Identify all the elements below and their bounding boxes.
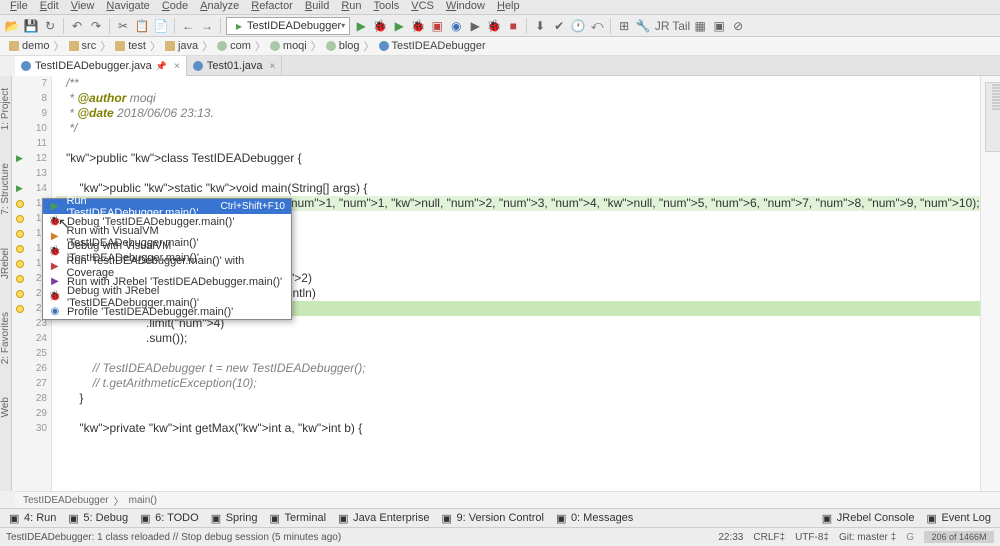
run2-icon[interactable]: ▶: [391, 18, 407, 34]
profile-icon[interactable]: ◉: [448, 18, 464, 34]
memory-indicator[interactable]: 206 of 1466M: [924, 531, 994, 543]
back-icon[interactable]: ←: [180, 18, 196, 34]
ctx-run[interactable]: ▶Run 'TestIDEADebugger.main()'Ctrl+Shift…: [43, 199, 291, 214]
tool-icon[interactable]: 🔧: [635, 18, 651, 34]
breadcrumb-test[interactable]: test: [112, 40, 149, 52]
tab-Test01.java[interactable]: Test01.java×: [187, 56, 283, 76]
forward-icon[interactable]: →: [199, 18, 215, 34]
debug-button[interactable]: 🐞: [372, 18, 388, 34]
breadcrumb: demo〉src〉test〉java〉com〉moqi〉blog〉TestIDE…: [0, 37, 1000, 56]
paste-icon[interactable]: 📄: [153, 18, 169, 34]
breadcrumb-blog[interactable]: blog: [323, 40, 363, 52]
menu-edit[interactable]: Edit: [34, 0, 65, 14]
main-toolbar: 📂 💾 ↻ ↶ ↷ ✂ 📋 📄 ← → ▸ TestIDEADebugger ▾…: [0, 15, 1000, 37]
save-icon[interactable]: 💾: [23, 18, 39, 34]
left-tab-Web[interactable]: Web: [0, 393, 11, 421]
breadcrumb-src[interactable]: src: [66, 40, 100, 52]
menu-code[interactable]: Code: [156, 0, 194, 14]
debug2-icon[interactable]: 🐞: [410, 18, 426, 34]
bottom-0-Messages[interactable]: ▣0: Messages: [551, 512, 638, 524]
bottom-5-Debug[interactable]: ▣5: Debug: [63, 512, 133, 524]
left-tab-2-Favorites[interactable]: 2: Favorites: [0, 308, 11, 368]
misc2-icon[interactable]: ▣: [711, 18, 727, 34]
ctx-debug[interactable]: 🐞Debug with JRebel 'TestIDEADebugger.mai…: [43, 289, 291, 304]
menu-tools[interactable]: Tools: [368, 0, 406, 14]
status-msg: TestIDEADebugger: 1 class reloaded // St…: [6, 532, 341, 543]
method-breadcrumb: TestIDEADebugger〉main(): [15, 491, 1000, 508]
menu-navigate[interactable]: Navigate: [100, 0, 155, 14]
refresh-icon[interactable]: ↻: [42, 18, 58, 34]
menu-window[interactable]: Window: [440, 0, 491, 14]
menu-refactor[interactable]: Refactor: [245, 0, 299, 14]
misc1-icon[interactable]: ▦: [692, 18, 708, 34]
undo-icon[interactable]: ↶: [69, 18, 85, 34]
bottom-9-Version-Control[interactable]: ▣9: Version Control: [437, 512, 549, 524]
left-tab-7-Structure[interactable]: 7: Structure: [0, 159, 11, 219]
stop-icon[interactable]: ■: [505, 18, 521, 34]
structure-icon[interactable]: ⊞: [616, 18, 632, 34]
status-enc[interactable]: UTF-8‡: [795, 532, 829, 543]
vcs-history-icon[interactable]: 🕐: [570, 18, 586, 34]
left-tab-1-Project[interactable]: 1: Project: [0, 84, 11, 134]
bottom-Spring[interactable]: ▣Spring: [206, 512, 263, 524]
jrebel-run-icon[interactable]: ▶: [467, 18, 483, 34]
tab-TestIDEADebugger.java[interactable]: TestIDEADebugger.java📌×: [15, 56, 187, 76]
redo-icon[interactable]: ↷: [88, 18, 104, 34]
minimap[interactable]: [980, 76, 1000, 491]
open-icon[interactable]: 📂: [4, 18, 20, 34]
menu-analyze[interactable]: Analyze: [194, 0, 245, 14]
breadcrumb-TestIDEADebugger[interactable]: TestIDEADebugger: [376, 40, 489, 52]
menu-run[interactable]: Run: [335, 0, 367, 14]
bottom-Java-Enterprise[interactable]: ▣Java Enterprise: [333, 512, 434, 524]
status-crlf[interactable]: CRLF‡: [753, 532, 785, 543]
misc3-icon[interactable]: ⊘: [730, 18, 746, 34]
context-menu: ▶Run 'TestIDEADebugger.main()'Ctrl+Shift…: [42, 198, 292, 320]
tail-icon[interactable]: Tail: [673, 18, 689, 34]
coverage-icon[interactable]: ▣: [429, 18, 445, 34]
status-time: 22:33: [718, 532, 743, 543]
menu-vcs[interactable]: VCS: [405, 0, 440, 14]
ctx-run[interactable]: ▶Run 'TestIDEADebugger.main()' with Cove…: [43, 259, 291, 274]
breadcrumb-java[interactable]: java: [162, 40, 201, 52]
breadcrumb-com[interactable]: com: [214, 40, 254, 52]
menu-build[interactable]: Build: [299, 0, 335, 14]
vcs-update-icon[interactable]: ⬇: [532, 18, 548, 34]
menu-file[interactable]: File: [4, 0, 34, 14]
breadcrumb-demo[interactable]: demo: [6, 40, 53, 52]
bottom-Terminal[interactable]: ▣Terminal: [264, 512, 331, 524]
menu-view[interactable]: View: [65, 0, 101, 14]
bottom-Event-Log[interactable]: ▣Event Log: [921, 512, 996, 524]
status-bar: TestIDEADebugger: 1 class reloaded // St…: [0, 527, 1000, 546]
menubar: FileEditViewNavigateCodeAnalyzeRefactorB…: [0, 0, 1000, 15]
vcs-commit-icon[interactable]: ✔: [551, 18, 567, 34]
cut-icon[interactable]: ✂: [115, 18, 131, 34]
editor-tabs: TestIDEADebugger.java📌×Test01.java×: [15, 56, 1000, 76]
breadcrumb-moqi[interactable]: moqi: [267, 40, 310, 52]
run-config-selector[interactable]: ▸ TestIDEADebugger ▾: [226, 17, 350, 35]
run-button[interactable]: ▶: [353, 18, 369, 34]
status-git[interactable]: Git: master ‡: [839, 532, 896, 543]
jr-icon[interactable]: JR: [654, 18, 670, 34]
left-tool-strip: 1: Project 7: Structure JRebel 2: Favorites…: [0, 76, 12, 491]
jrebel-debug-icon[interactable]: 🐞: [486, 18, 502, 34]
bottom-6-TODO[interactable]: ▣6: TODO: [135, 512, 204, 524]
bottom-4-Run[interactable]: ▣4: Run: [4, 512, 61, 524]
left-tab-JRebel[interactable]: JRebel: [0, 244, 11, 283]
copy-icon[interactable]: 📋: [134, 18, 150, 34]
menu-help[interactable]: Help: [491, 0, 526, 14]
bottom-JRebel-Console[interactable]: ▣JRebel Console: [817, 512, 920, 524]
vcs-revert-icon[interactable]: ⤺: [589, 18, 605, 34]
